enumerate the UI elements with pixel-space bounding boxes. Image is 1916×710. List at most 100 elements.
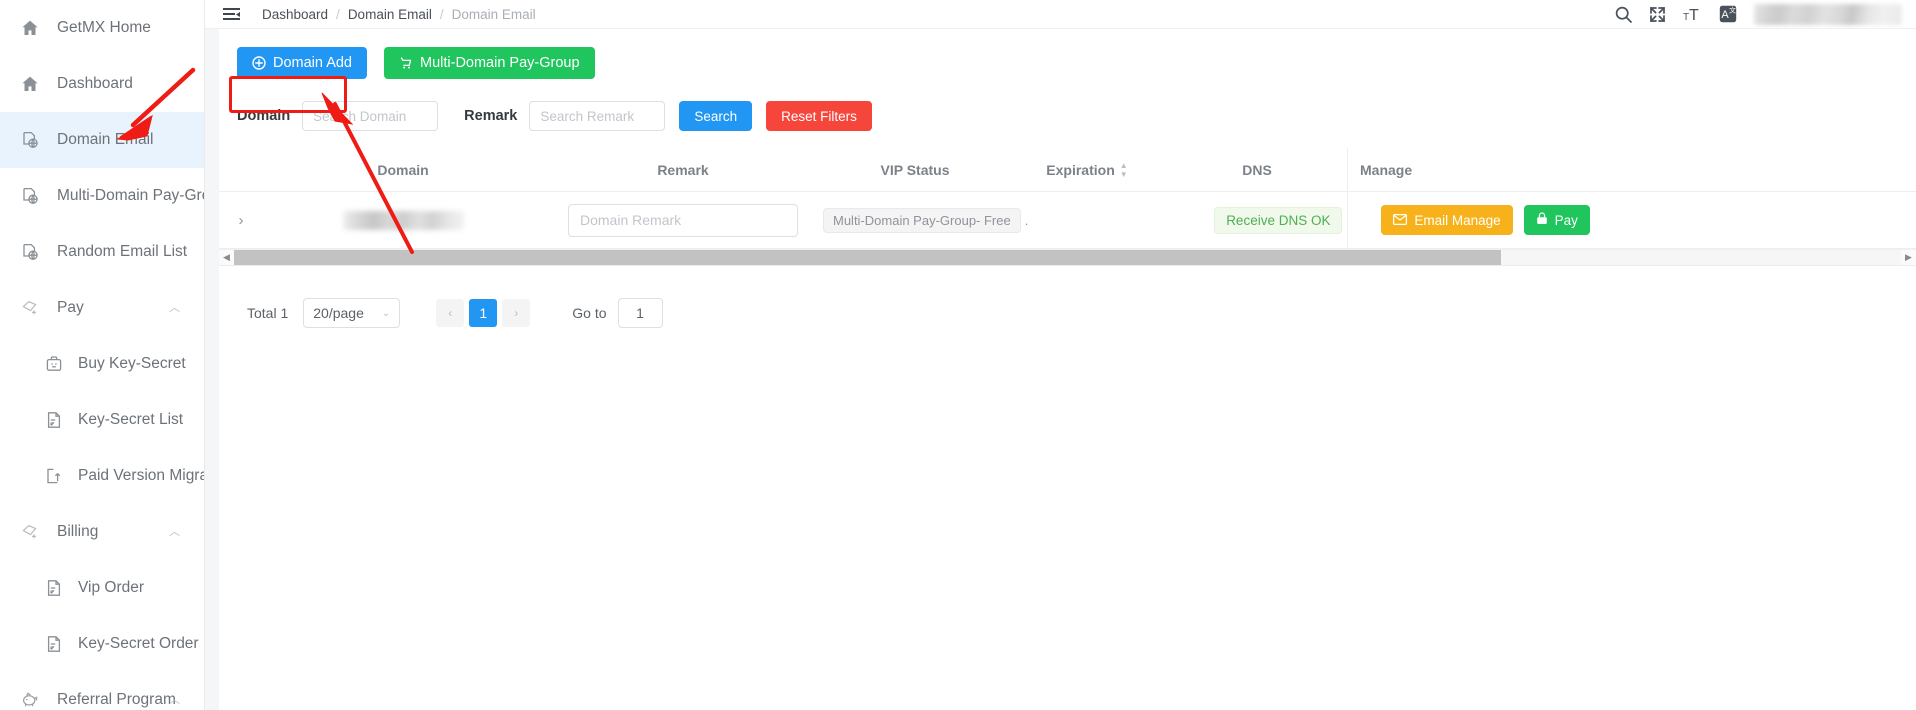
table-header-row: Domain Remark VIP Status Expiration ▲ ▼ D… [219, 148, 1916, 192]
account-avatar[interactable] [1754, 3, 1902, 25]
pay-button[interactable]: Pay [1523, 205, 1590, 235]
main-area: Dashboard / Domain Email / Domain Email [205, 0, 1916, 710]
chevron-up-icon[interactable]: ︿ [169, 694, 180, 706]
sidebar-item-label: Buy Key-Secret [78, 355, 186, 372]
goto-page-input[interactable] [617, 298, 663, 328]
diamond-plus-icon [20, 298, 40, 318]
domain-email-panel: Domain Add Multi-Domain Pay-Group Domain… [219, 29, 1916, 710]
table-header-vip-status: VIP Status [880, 161, 950, 178]
pay-label: Pay [1554, 212, 1578, 228]
search-icon[interactable] [1615, 6, 1632, 23]
sidebar-item-dashboard[interactable]: Dashboard [0, 56, 204, 112]
cart-icon [399, 56, 413, 70]
sidebar-item-billing[interactable]: Billing ︿ [0, 504, 204, 560]
scrollbar-thumb[interactable] [234, 250, 1501, 265]
filter-bar: Domain Remark Search Reset Filters [219, 79, 1916, 131]
sidebar-item-key-secret-list[interactable]: Key-Secret List [0, 392, 204, 448]
sidebar-item-buy-key-secret[interactable]: Buy Key-Secret [0, 336, 204, 392]
hamburger-icon[interactable] [223, 6, 240, 23]
breadcrumb-separator: / [439, 6, 444, 22]
sidebar-item-label: Billing [57, 523, 99, 540]
pagination: Total 1 20/page ⌄ ‹ 1 › Go to [219, 266, 1916, 328]
sidebar-item-label: Random Email List [57, 243, 188, 260]
domain-add-label: Domain Add [273, 55, 352, 71]
row-domain-cell [263, 210, 543, 230]
home-icon [20, 18, 40, 38]
domain-search-input[interactable] [302, 101, 439, 131]
multi-domain-label: Multi-Domain Pay-Group [420, 55, 580, 71]
vip-status-suffix: . [1024, 212, 1029, 228]
sidebar-item-random-email-list[interactable]: Random Email List [0, 224, 204, 280]
scroll-left-arrow[interactable]: ◀ [219, 249, 234, 266]
globe-doc-icon [20, 186, 40, 206]
diamond-plus-icon [20, 522, 40, 542]
fullscreen-icon[interactable] [1649, 6, 1666, 23]
breadcrumb-item-current: Domain Email [451, 6, 536, 22]
domain-add-button[interactable]: Domain Add [237, 47, 367, 79]
page-number-1[interactable]: 1 [469, 299, 498, 327]
header-icon-group: T T A 文 [1615, 5, 1737, 23]
sidebar-item-label: Multi-Domain Pay-Group [57, 187, 204, 204]
chevron-right-icon[interactable]: › [239, 212, 244, 229]
multi-domain-pay-group-button[interactable]: Multi-Domain Pay-Group [384, 47, 595, 79]
sidebar-item-label: GetMX Home [57, 19, 151, 36]
domain-value-redacted [342, 210, 464, 230]
sidebar-item-multi-domain-pay-group[interactable]: Multi-Domain Pay-Group [0, 168, 204, 224]
sidebar-item-pay[interactable]: Pay ︿ [0, 280, 204, 336]
translate-icon[interactable]: A 文 [1719, 5, 1737, 23]
sidebar-item-paid-version-migration[interactable]: Paid Version Migration [0, 448, 204, 504]
chevron-up-icon[interactable]: ︿ [169, 526, 180, 538]
scroll-right-arrow[interactable]: ▶ [1901, 249, 1916, 266]
content-area: Domain Add Multi-Domain Pay-Group Domain… [205, 29, 1916, 710]
doc-check-icon [44, 578, 64, 598]
sidebar-item-label: Key-Secret Order [78, 635, 199, 652]
envelope-icon [1393, 213, 1408, 228]
table-horizontal-scrollbar[interactable]: ◀ ▶ [219, 249, 1916, 266]
domain-table: Domain Remark VIP Status Expiration ▲ ▼ D… [219, 148, 1916, 266]
breadcrumb-separator: / [336, 6, 340, 22]
sidebar: GetMX Home Dashboard Domain Email Multi-Dom… [0, 0, 205, 710]
sidebar-item-referral-program[interactable]: Referral Program ︿ [0, 672, 204, 710]
remark-filter-label: Remark [464, 108, 518, 124]
table-header-expiration[interactable]: Expiration ▲ ▼ [1007, 161, 1167, 178]
remark-search-input[interactable] [529, 101, 666, 131]
doc-check-icon [44, 634, 64, 654]
globe-doc-icon [20, 130, 40, 150]
chevron-up-icon[interactable]: ︿ [169, 302, 180, 314]
row-expand-toggle[interactable]: › [219, 212, 263, 229]
sidebar-item-label: Pay [57, 299, 84, 316]
pagination-total: Total 1 [247, 305, 289, 321]
prev-page-button[interactable]: ‹ [436, 299, 465, 327]
table-header-manage: Manage [1360, 161, 1413, 178]
page-size-select[interactable]: 20/page ⌄ [303, 298, 401, 328]
next-page-button[interactable]: › [502, 299, 531, 327]
page-size-value: 20/page [313, 305, 364, 321]
svg-text:文: 文 [1729, 6, 1736, 15]
table-row: › Multi-Domain Pay-Group- Free . [219, 192, 1916, 249]
breadcrumb-item-domain-email[interactable]: Domain Email [348, 7, 432, 22]
table-header-dns: DNS [1242, 161, 1272, 178]
search-button[interactable]: Search [679, 101, 753, 131]
sidebar-item-label: Dashboard [57, 75, 133, 92]
plus-circle-icon [252, 56, 266, 70]
sort-icon[interactable]: ▲ ▼ [1120, 161, 1128, 178]
piggy-bank-icon [20, 690, 40, 710]
sidebar-item-key-secret-order[interactable]: Key-Secret Order [0, 616, 204, 672]
reset-filters-button[interactable]: Reset Filters [766, 101, 872, 131]
dns-status-badge: Receive DNS OK [1214, 206, 1343, 234]
domain-remark-input[interactable] [568, 203, 798, 237]
doc-check-icon [44, 410, 64, 430]
sidebar-item-vip-order[interactable]: Vip Order [0, 560, 204, 616]
table-header-domain: Domain [377, 161, 429, 178]
sidebar-item-domain-email[interactable]: Domain Email [0, 112, 204, 168]
breadcrumb-item-dashboard[interactable]: Dashboard [262, 7, 328, 22]
font-size-icon[interactable]: T T [1683, 6, 1702, 23]
scrollbar-track[interactable] [234, 250, 1901, 265]
vip-status-badge: Multi-Domain Pay-Group- Free [823, 207, 1021, 233]
email-manage-button[interactable]: Email Manage [1381, 205, 1513, 235]
svg-text:T: T [1689, 7, 1699, 23]
sidebar-item-getmx-home[interactable]: GetMX Home [0, 0, 204, 56]
table-header-remark: Remark [657, 161, 709, 178]
goto-label: Go to [572, 305, 607, 321]
chevron-down-icon: ⌄ [381, 307, 391, 319]
